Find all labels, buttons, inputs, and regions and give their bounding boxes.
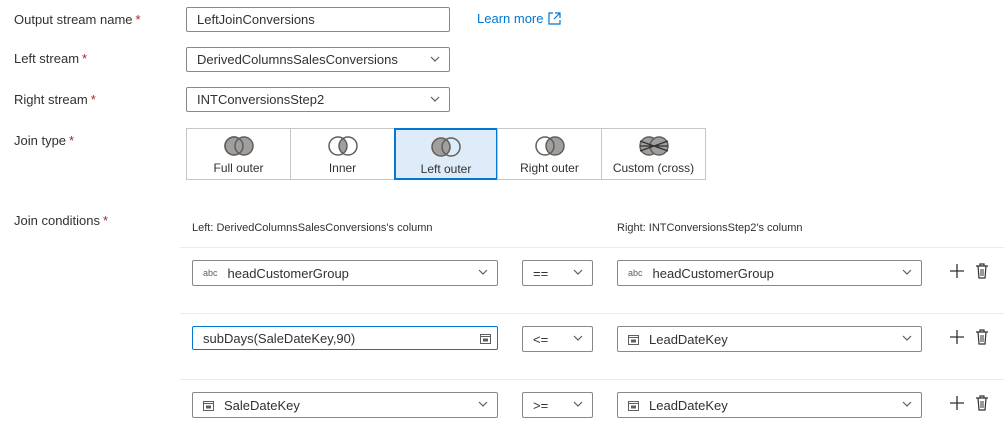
join-type-label-right-outer: Right outer	[520, 161, 579, 175]
join-type-label-left-outer: Left outer	[420, 162, 472, 176]
condition-left-value: subDays(SaleDateKey,90)	[203, 330, 356, 346]
condition-operator-dropdown[interactable]: >=	[522, 392, 593, 418]
join-type-label: Join type *	[14, 133, 74, 148]
chevron-down-icon	[902, 269, 912, 275]
output-stream-label-text: Output stream name	[14, 12, 133, 27]
chevron-down-icon	[478, 401, 488, 407]
join-type-label-full-outer: Full outer	[213, 161, 264, 175]
chevron-down-icon	[573, 335, 583, 341]
left-stream-label-text: Left stream	[14, 51, 80, 66]
delete-condition-icon[interactable]	[973, 394, 991, 412]
chevron-down-icon	[478, 269, 488, 275]
condition-right-value: headCustomerGroup	[652, 265, 774, 281]
chevron-down-icon	[902, 335, 912, 341]
divider	[180, 247, 1004, 248]
learn-more-text: Learn more	[477, 11, 544, 26]
condition-operator-value: <=	[533, 331, 549, 347]
output-stream-name-input[interactable]: LeftJoinConversions	[186, 7, 450, 32]
required-marker: *	[90, 92, 96, 107]
condition-operator-value: ==	[533, 265, 549, 281]
date-type-icon	[628, 400, 639, 411]
left-outer-join-icon	[431, 137, 461, 157]
join-type-left-outer[interactable]: Left outer	[394, 128, 498, 180]
divider	[180, 379, 1004, 380]
condition-right-column-dropdown[interactable]: LeadDateKey	[617, 392, 922, 418]
join-type-custom-cross[interactable]: Custom (cross)	[601, 128, 706, 180]
external-link-icon	[548, 12, 562, 25]
condition-right-value: LeadDateKey	[649, 397, 728, 413]
required-marker: *	[69, 133, 75, 148]
condition-right-column-dropdown[interactable]: LeadDateKey	[617, 326, 922, 352]
condition-left-expression-input[interactable]: subDays(SaleDateKey,90)	[192, 326, 498, 350]
learn-more-link[interactable]: Learn more	[477, 11, 562, 26]
add-condition-icon[interactable]	[948, 262, 966, 280]
full-outer-join-icon	[223, 136, 254, 156]
join-conditions-label-text: Join conditions	[14, 213, 100, 228]
left-stream-dropdown[interactable]: DerivedColumnsSalesConversions	[186, 47, 450, 72]
right-stream-label-text: Right stream	[14, 92, 88, 107]
date-type-icon	[628, 334, 639, 345]
required-marker: *	[82, 51, 88, 66]
string-type-icon: abc	[203, 268, 218, 278]
output-stream-name-value: LeftJoinConversions	[197, 12, 315, 27]
join-type-label-inner: Inner	[328, 161, 357, 175]
chevron-down-icon	[573, 269, 583, 275]
inner-join-icon	[327, 136, 358, 156]
calendar-icon[interactable]	[480, 333, 491, 344]
condition-operator-dropdown[interactable]: <=	[522, 326, 593, 352]
join-conditions-label: Join conditions *	[14, 213, 108, 228]
right-stream-label: Right stream *	[14, 92, 96, 107]
delete-condition-icon[interactable]	[973, 262, 991, 280]
right-stream-dropdown[interactable]: INTConversionsStep2	[186, 87, 450, 112]
chevron-down-icon	[573, 401, 583, 407]
condition-left-value: SaleDateKey	[224, 397, 300, 413]
left-column-header: Left: DerivedColumnsSalesConversions's c…	[192, 222, 433, 234]
chevron-down-icon	[430, 56, 440, 62]
chevron-down-icon	[902, 401, 912, 407]
right-stream-value: INTConversionsStep2	[197, 92, 325, 107]
condition-operator-value: >=	[533, 397, 549, 413]
string-type-icon: abc	[628, 268, 643, 278]
chevron-down-icon	[430, 96, 440, 102]
right-column-header: Right: INTConversionsStep2's column	[617, 222, 803, 234]
right-outer-join-icon	[534, 136, 565, 156]
left-stream-value: DerivedColumnsSalesConversions	[197, 52, 398, 67]
condition-left-column-dropdown[interactable]: SaleDateKey	[192, 392, 498, 418]
output-stream-label: Output stream name *	[14, 12, 141, 27]
join-type-right-outer[interactable]: Right outer	[497, 128, 602, 180]
add-condition-icon[interactable]	[948, 394, 966, 412]
join-type-full-outer[interactable]: Full outer	[186, 128, 291, 180]
join-type-label-text: Join type	[14, 133, 67, 148]
condition-operator-dropdown[interactable]: ==	[522, 260, 593, 286]
add-condition-icon[interactable]	[948, 328, 966, 346]
cross-join-icon	[638, 136, 669, 156]
divider	[180, 313, 1004, 314]
required-marker: *	[135, 12, 141, 27]
join-type-label-custom-cross: Custom (cross)	[612, 161, 695, 175]
condition-right-column-dropdown[interactable]: abc headCustomerGroup	[617, 260, 922, 286]
condition-left-value: headCustomerGroup	[227, 265, 349, 281]
join-type-inner[interactable]: Inner	[290, 128, 395, 180]
delete-condition-icon[interactable]	[973, 328, 991, 346]
required-marker: *	[103, 213, 109, 228]
condition-left-column-dropdown[interactable]: abc headCustomerGroup	[192, 260, 498, 286]
left-stream-label: Left stream *	[14, 51, 87, 66]
date-type-icon	[203, 400, 214, 411]
condition-right-value: LeadDateKey	[649, 331, 728, 347]
